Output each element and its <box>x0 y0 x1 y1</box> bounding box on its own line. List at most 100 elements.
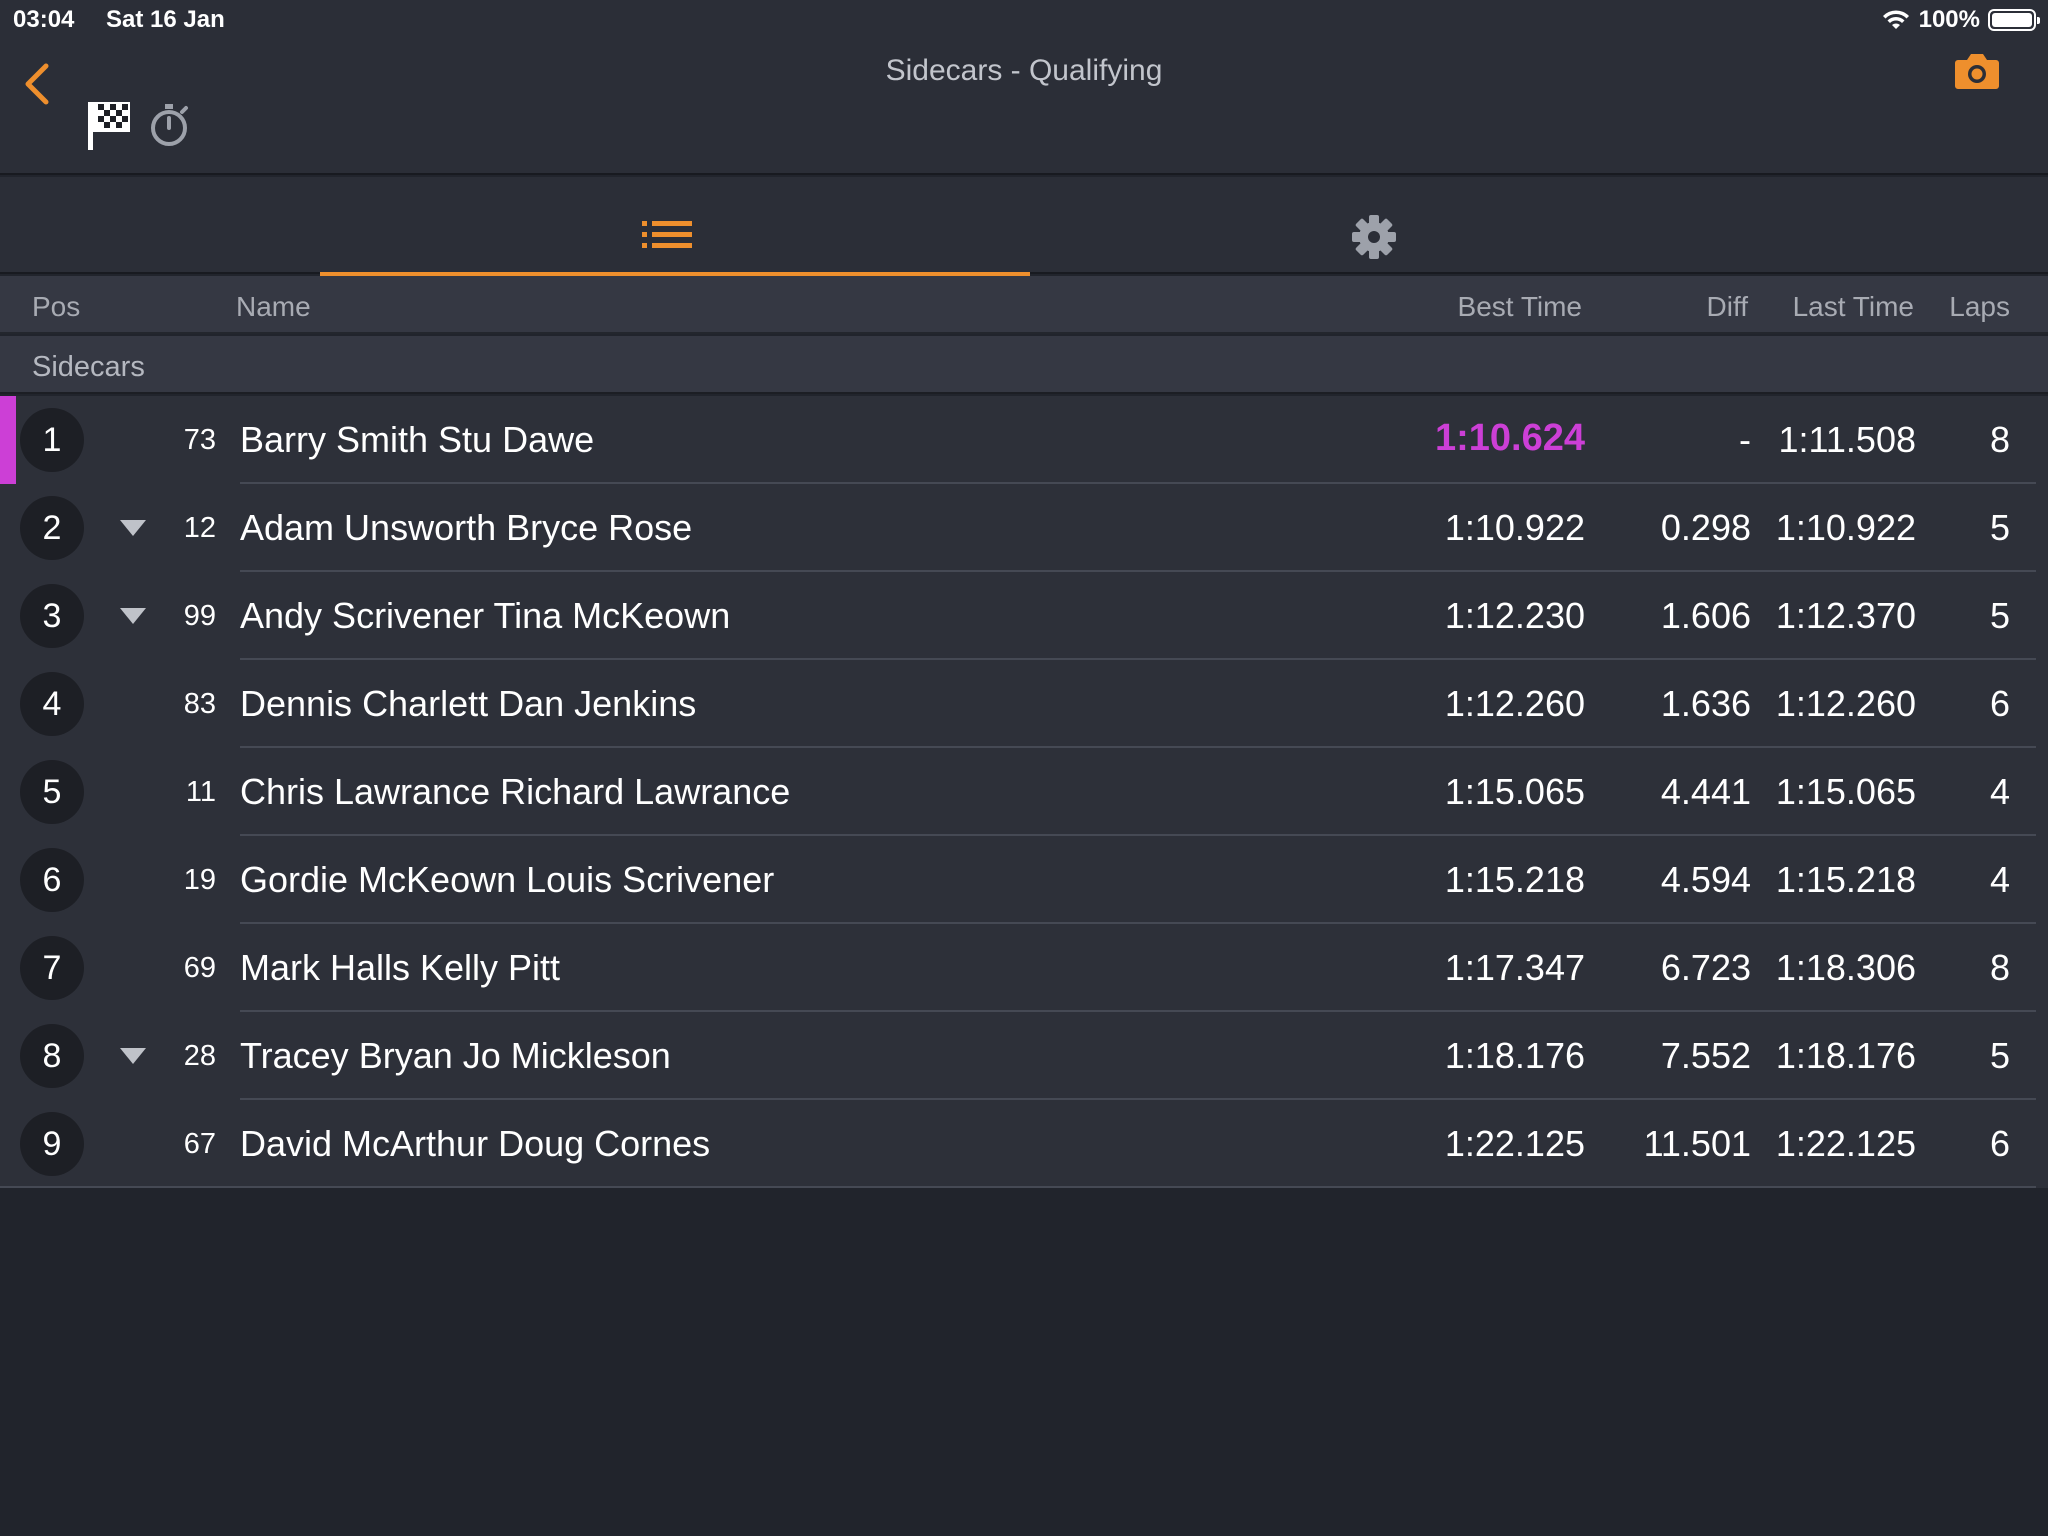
competitor-number: 69 <box>183 952 216 984</box>
class-group-header: Sidecars <box>0 336 2048 394</box>
camera-icon <box>1955 54 1999 89</box>
last-time: 1:15.065 <box>1775 771 1916 812</box>
lap-count: 5 <box>1989 1035 2010 1076</box>
table-row[interactable]: 6 19 Gordie McKeown Louis Scrivener 1:15… <box>0 836 2048 924</box>
last-time: 1:12.260 <box>1775 683 1916 724</box>
battery-icon <box>1988 9 2040 31</box>
position-badge: 6 <box>20 848 84 912</box>
last-time: 1:11.508 <box>1778 419 1916 460</box>
tab-list[interactable] <box>320 177 1030 276</box>
class-group-label: Sidecars <box>32 351 145 383</box>
diff-time: 11.501 <box>1643 1123 1751 1164</box>
last-time: 1:10.922 <box>1775 507 1916 548</box>
status-indicators: 100% <box>1881 4 2040 36</box>
lap-count: 5 <box>1989 507 2010 548</box>
position-badge: 2 <box>20 496 84 560</box>
table-row[interactable]: 1 73 Barry Smith Stu Dawe 1:10.624 - 1:1… <box>0 396 2048 484</box>
table-row[interactable]: 3 99 Andy Scrivener Tina McKeown 1:12.23… <box>0 572 2048 660</box>
position-down-icon <box>120 608 146 624</box>
navigation-bar: 03:04 Sat 16 Jan 100% Sidecars - Qualify… <box>0 0 2048 175</box>
checkered-flag-icon <box>88 102 130 150</box>
position-badge: 1 <box>20 408 84 472</box>
best-time: 1:22.125 <box>1444 1123 1585 1164</box>
competitor-number: 99 <box>183 600 216 632</box>
position-badge: 3 <box>20 584 84 648</box>
best-time: 1:17.347 <box>1444 947 1585 988</box>
camera-button[interactable] <box>1954 52 2000 90</box>
competitor-name: Mark Halls Kelly Pitt <box>240 947 561 988</box>
best-time: 1:10.624 <box>1434 417 1585 459</box>
competitor-name: Gordie McKeown Louis Scrivener <box>240 859 775 900</box>
table-row[interactable]: 4 83 Dennis Charlett Dan Jenkins 1:12.26… <box>0 660 2048 748</box>
competitor-name: Chris Lawrance Richard Lawrance <box>240 771 791 812</box>
position-down-icon <box>120 1048 146 1064</box>
fastest-lap-marker <box>0 396 16 484</box>
column-header-diff[interactable]: Diff <box>1707 291 1749 323</box>
competitor-number: 11 <box>185 776 216 808</box>
diff-time: 6.723 <box>1660 947 1751 988</box>
competitor-number: 83 <box>183 688 216 720</box>
competitor-number: 73 <box>183 424 216 456</box>
table-header: Pos Name Best Time Diff Last Time Laps <box>0 276 2048 334</box>
position-badge: 8 <box>20 1024 84 1088</box>
diff-time: 4.594 <box>1660 859 1751 900</box>
table-row[interactable]: 7 69 Mark Halls Kelly Pitt 1:17.347 6.72… <box>0 924 2048 1012</box>
column-header-last-time[interactable]: Last Time <box>1793 291 1914 323</box>
competitor-name: David McArthur Doug Cornes <box>240 1123 711 1164</box>
best-time: 1:15.065 <box>1444 771 1585 812</box>
competitor-name: Dennis Charlett Dan Jenkins <box>240 683 697 724</box>
lap-count: 8 <box>1989 947 2010 988</box>
competitor-name: Andy Scrivener Tina McKeown <box>240 595 731 636</box>
best-time: 1:12.230 <box>1444 595 1585 636</box>
lap-count: 6 <box>1989 1123 2010 1164</box>
stopwatch-icon <box>151 104 188 146</box>
column-header-pos[interactable]: Pos <box>32 291 80 323</box>
column-header-name[interactable]: Name <box>236 291 311 323</box>
table-row[interactable]: 9 67 David McArthur Doug Cornes 1:22.125… <box>0 1100 2048 1188</box>
status-date: Sat 16 Jan <box>106 6 225 33</box>
lap-count: 4 <box>1989 771 2010 812</box>
diff-time: 1.636 <box>1660 683 1751 724</box>
best-time: 1:12.260 <box>1444 683 1585 724</box>
results-table: 1 73 Barry Smith Stu Dawe 1:10.624 - 1:1… <box>0 396 2048 1188</box>
battery-percentage: 100% <box>1918 6 1980 33</box>
last-time: 1:12.370 <box>1775 595 1916 636</box>
lap-count: 5 <box>1989 595 2010 636</box>
column-header-best-time[interactable]: Best Time <box>1458 291 1582 323</box>
last-time: 1:22.125 <box>1775 1123 1916 1164</box>
table-row[interactable]: 5 11 Chris Lawrance Richard Lawrance 1:1… <box>0 748 2048 836</box>
table-row[interactable]: 8 28 Tracey Bryan Jo Mickleson 1:18.176 … <box>0 1012 2048 1100</box>
table-row[interactable]: 2 12 Adam Unsworth Bryce Rose 1:10.922 0… <box>0 484 2048 572</box>
diff-time: - <box>1739 419 1751 460</box>
competitor-number: 12 <box>183 512 216 544</box>
best-time: 1:15.218 <box>1444 859 1585 900</box>
last-time: 1:18.306 <box>1775 947 1916 988</box>
status-time: 03:04 <box>13 6 75 33</box>
diff-time: 1.606 <box>1660 595 1751 636</box>
page-title: Sidecars - Qualifying <box>885 54 1163 87</box>
gear-icon <box>1352 215 1396 259</box>
tab-settings[interactable] <box>1030 177 1740 274</box>
best-time: 1:10.922 <box>1444 507 1585 548</box>
competitor-name: Adam Unsworth Bryce Rose <box>240 507 693 548</box>
wifi-icon <box>1882 10 1909 29</box>
list-icon <box>642 221 692 248</box>
column-header-laps[interactable]: Laps <box>1949 291 2010 323</box>
tab-bar <box>0 177 2048 276</box>
last-time: 1:18.176 <box>1775 1035 1916 1076</box>
lap-count: 6 <box>1989 683 2010 724</box>
position-badge: 5 <box>20 760 84 824</box>
lap-count: 8 <box>1989 419 2010 460</box>
diff-time: 4.441 <box>1660 771 1751 812</box>
last-time: 1:15.218 <box>1775 859 1916 900</box>
competitor-number: 19 <box>183 864 216 896</box>
competitor-number: 67 <box>183 1128 216 1160</box>
competitor-name: Tracey Bryan Jo Mickleson <box>240 1035 671 1076</box>
position-badge: 9 <box>20 1112 84 1176</box>
diff-time: 0.298 <box>1660 507 1751 548</box>
lap-count: 4 <box>1989 859 2010 900</box>
competitor-name: Barry Smith Stu Dawe <box>240 419 595 460</box>
position-badge: 7 <box>20 936 84 1000</box>
position-badge: 4 <box>20 672 84 736</box>
position-down-icon <box>120 520 146 536</box>
